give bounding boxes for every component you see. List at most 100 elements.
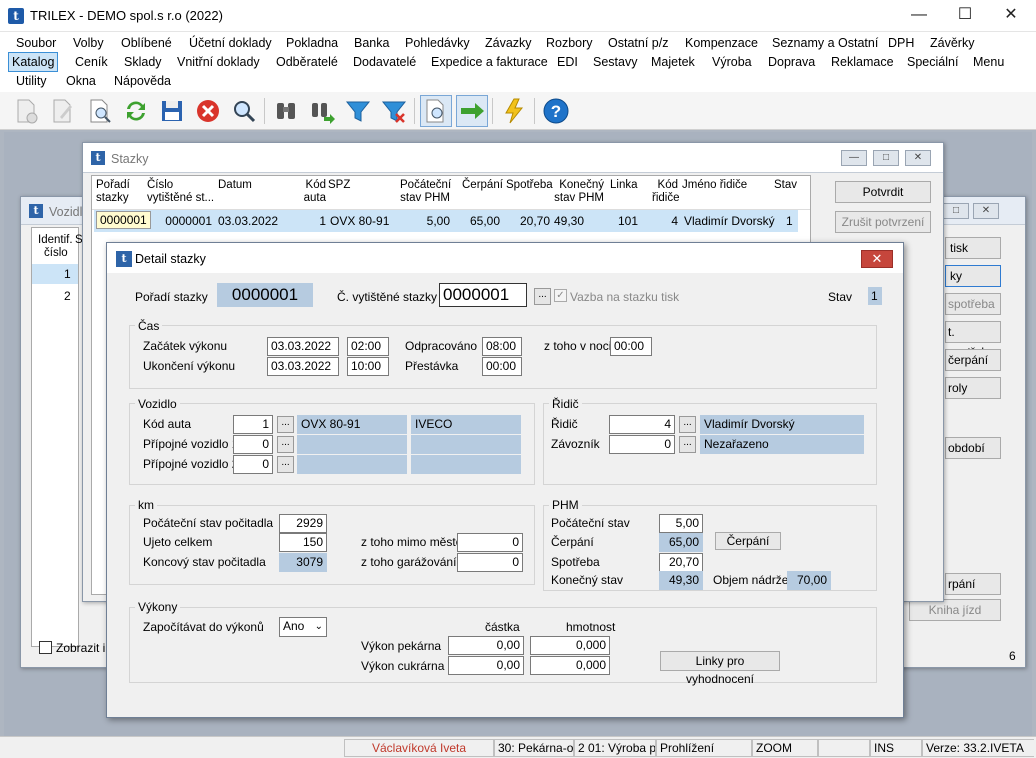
close-icon[interactable]: ✕: [861, 250, 893, 268]
lightning-icon[interactable]: [498, 95, 530, 127]
menu-banka[interactable]: Banka: [351, 34, 392, 52]
menu-kompenzace[interactable]: Kompenzace: [682, 34, 761, 52]
menu-vnitrni-doklady[interactable]: Vnitřní doklady: [174, 53, 263, 71]
cerpani-button[interactable]: Čerpání: [715, 532, 781, 550]
minimize-button[interactable]: —: [896, 0, 942, 32]
ky-button[interactable]: ky: [945, 265, 1001, 287]
menu-rozbory[interactable]: Rozbory: [543, 34, 596, 52]
view-doc-icon[interactable]: [84, 95, 116, 127]
menu-sklady[interactable]: Sklady: [121, 53, 165, 71]
filter-clear-icon[interactable]: [378, 95, 410, 127]
restore-button[interactable]: □: [873, 150, 899, 166]
menu-okna[interactable]: Okna: [63, 72, 99, 90]
close-button[interactable]: ✕: [973, 203, 999, 219]
zrusit-potvrzeni-button[interactable]: Zrušit potvrzení: [835, 211, 931, 233]
zavoznik-input[interactable]: 0: [609, 435, 675, 454]
garaz-input[interactable]: 0: [457, 553, 523, 572]
menu-utility[interactable]: Utility: [13, 72, 50, 90]
save-icon[interactable]: [156, 95, 188, 127]
menu-cenik[interactable]: Ceník: [72, 53, 111, 71]
menu-odberatele[interactable]: Odběratelé: [273, 53, 341, 71]
edit-doc-icon[interactable]: [46, 95, 78, 127]
menu-reklamace[interactable]: Reklamace: [828, 53, 897, 71]
menu-edi[interactable]: EDI: [554, 53, 581, 71]
binoculars-next-icon[interactable]: [306, 95, 338, 127]
kod-auta-input[interactable]: 1: [233, 415, 273, 434]
menu-volby[interactable]: Volby: [70, 34, 107, 52]
cukrarna-hmotnost-input[interactable]: 0,000: [530, 656, 610, 675]
km-pocatecni-input[interactable]: 2929: [279, 514, 327, 533]
ukonceni-date-input[interactable]: 03.03.2022: [267, 357, 339, 376]
pekarna-hmotnost-input[interactable]: 0,000: [530, 636, 610, 655]
menu-oblibene[interactable]: Oblíbené: [118, 34, 175, 52]
arrow-right-icon[interactable]: [456, 95, 488, 127]
mimo-input[interactable]: 0: [457, 533, 523, 552]
cerpani2-button[interactable]: rpání: [945, 573, 1001, 595]
help-icon[interactable]: ?: [540, 95, 572, 127]
menu-pohledavky[interactable]: Pohledávky: [402, 34, 473, 52]
menu-sestavy[interactable]: Sestavy: [590, 53, 640, 71]
kod-auta-lookup-button[interactable]: ...: [277, 416, 294, 433]
search-icon[interactable]: [228, 95, 260, 127]
menu-specialni[interactable]: Speciální: [904, 53, 961, 71]
prestavka-input[interactable]: 00:00: [482, 357, 522, 376]
obdobi-button[interactable]: období: [945, 437, 1001, 459]
table-row[interactable]: 1: [32, 264, 78, 284]
potvrdit-button[interactable]: Potvrdit: [835, 181, 931, 203]
odpracovano-input[interactable]: 08:00: [482, 337, 522, 356]
menu-soubor[interactable]: Soubor: [13, 34, 59, 52]
pripojne1-lookup-button[interactable]: ...: [277, 436, 294, 453]
menu-katalog[interactable]: Katalog: [8, 52, 59, 72]
cislo-input[interactable]: 0000001: [439, 283, 527, 307]
preview-icon[interactable]: [420, 95, 452, 127]
ridic-lookup-button[interactable]: ...: [679, 416, 696, 433]
linky-button[interactable]: Linky pro vyhodnocení: [660, 651, 780, 686]
ujeto-input[interactable]: 150: [279, 533, 327, 552]
filter-icon[interactable]: [342, 95, 374, 127]
minimize-button[interactable]: —: [841, 150, 867, 166]
noc-input[interactable]: 00:00: [610, 337, 652, 356]
tisk-button[interactable]: tisk: [945, 237, 1001, 259]
table-row[interactable]: 0000001 0000001 03.03.2022 1 OVX 80-91 5…: [94, 210, 798, 232]
menu-pokladna[interactable]: Pokladna: [283, 34, 341, 52]
show-checkbox[interactable]: [39, 641, 52, 654]
roly-button[interactable]: roly: [945, 377, 1001, 399]
menu-ucetni-doklady[interactable]: Účetní doklady: [186, 34, 275, 52]
menu-zavazky[interactable]: Závazky: [482, 34, 535, 52]
menu-doprava[interactable]: Doprava: [765, 53, 818, 71]
menu-napoveda[interactable]: Nápověda: [111, 72, 174, 90]
pekarna-castka-input[interactable]: 0,00: [448, 636, 524, 655]
vazba-checkbox[interactable]: ✓: [554, 289, 567, 302]
pripojne2-input[interactable]: 0: [233, 455, 273, 474]
pripojne2-lookup-button[interactable]: ...: [277, 456, 294, 473]
close-button[interactable]: ✕: [905, 150, 931, 166]
maximize-button[interactable]: ☐: [942, 0, 988, 32]
cislo-lookup-button[interactable]: ...: [534, 288, 551, 305]
spotreba-button[interactable]: spotřeba: [945, 293, 1001, 315]
delete-icon[interactable]: [192, 95, 224, 127]
binoculars-icon[interactable]: [270, 95, 302, 127]
close-button[interactable]: ✕: [988, 0, 1034, 32]
zacatek-time-input[interactable]: 02:00: [347, 337, 389, 356]
restore-button[interactable]: □: [943, 203, 969, 219]
table-row[interactable]: 2: [32, 286, 78, 306]
menu-seznamy[interactable]: Seznamy a Ostatní: [769, 34, 881, 52]
menu-menu[interactable]: Menu: [970, 53, 1007, 71]
menu-dodavatele[interactable]: Dodavatelé: [350, 53, 419, 71]
new-doc-icon[interactable]: [10, 95, 42, 127]
phm-spotreba-input[interactable]: 20,70: [659, 553, 703, 572]
menu-expedice[interactable]: Expedice a fakturace: [428, 53, 551, 71]
menu-majetek[interactable]: Majetek: [648, 53, 698, 71]
zavoznik-lookup-button[interactable]: ...: [679, 436, 696, 453]
pripojne1-input[interactable]: 0: [233, 435, 273, 454]
ridic-input[interactable]: 4: [609, 415, 675, 434]
menu-dph[interactable]: DPH: [885, 34, 917, 52]
menu-ostatni-pz[interactable]: Ostatní p/z: [605, 34, 671, 52]
cukrarna-castka-input[interactable]: 0,00: [448, 656, 524, 675]
refresh-icon[interactable]: [120, 95, 152, 127]
menu-vyroba[interactable]: Výroba: [709, 53, 755, 71]
kniha-jizd-button[interactable]: Kniha jízd: [909, 599, 1001, 621]
cerpani-button[interactable]: čerpání: [945, 349, 1001, 371]
zacatek-date-input[interactable]: 03.03.2022: [267, 337, 339, 356]
ukonceni-time-input[interactable]: 10:00: [347, 357, 389, 376]
